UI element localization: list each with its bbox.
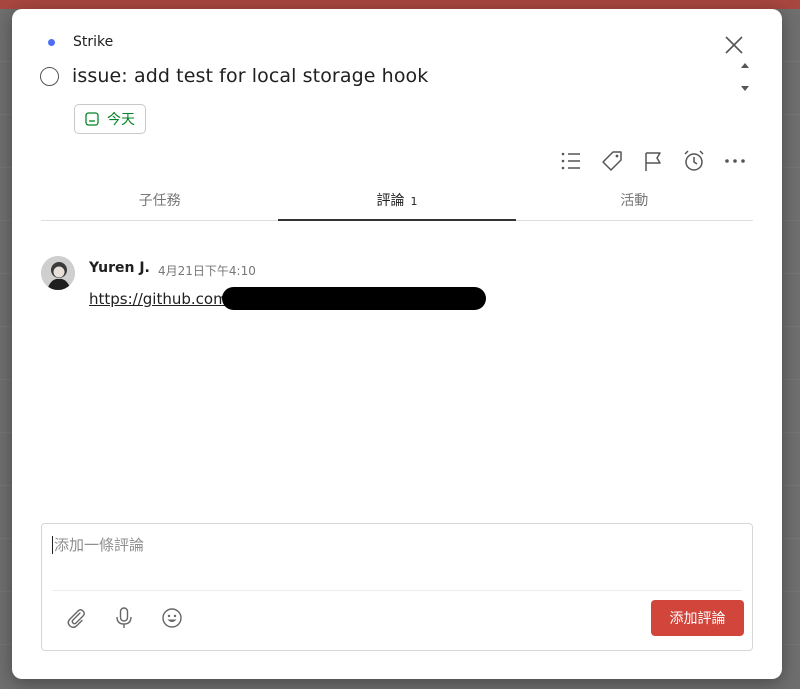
- subtasks-button[interactable]: [557, 149, 585, 173]
- title-scrollbar[interactable]: [736, 61, 754, 93]
- avatar[interactable]: [41, 256, 75, 290]
- voice-note-button[interactable]: [110, 604, 138, 632]
- smiley-icon: [162, 608, 182, 628]
- task-action-toolbar: [557, 149, 762, 173]
- composer-divider: [52, 590, 742, 591]
- comment-input[interactable]: 添加一條評論: [52, 536, 744, 554]
- reminder-alarm-icon: [684, 150, 704, 171]
- tab-comments[interactable]: 評論 1: [278, 187, 516, 221]
- priority-button[interactable]: [639, 149, 667, 173]
- tab-comments-count: 1: [410, 195, 418, 208]
- comment-composer: 添加一條評論 添加評論: [41, 523, 753, 651]
- scroll-up-icon[interactable]: [740, 61, 750, 69]
- tab-comments-label: 評論: [376, 193, 405, 209]
- due-date-chip[interactable]: 今天: [74, 104, 146, 134]
- project-color-dot: [48, 38, 55, 46]
- close-button[interactable]: [722, 33, 746, 57]
- task-detail-modal: Strike issue: add test for local storage…: [12, 9, 782, 679]
- label-tag-icon: [602, 151, 622, 171]
- app-topbar: [0, 0, 800, 9]
- detail-tabs: 子任務 評論 1 活動: [41, 187, 753, 221]
- comment-timestamp: 4月21日下午4:10: [158, 264, 256, 278]
- tab-subtasks[interactable]: 子任務: [41, 187, 278, 220]
- task-title[interactable]: issue: add test for local storage hook: [72, 65, 428, 87]
- more-actions-button[interactable]: [721, 149, 749, 173]
- project-name: Strike: [73, 34, 114, 50]
- priority-flag-icon: [645, 152, 661, 171]
- composer-tools: [62, 604, 206, 632]
- project-breadcrumb[interactable]: Strike: [48, 33, 113, 51]
- reminders-button[interactable]: [680, 149, 708, 173]
- tab-activity[interactable]: 活動: [516, 187, 753, 220]
- paperclip-icon: [67, 609, 85, 629]
- close-icon: [725, 36, 743, 54]
- labels-button[interactable]: [598, 149, 626, 173]
- task-title-row: issue: add test for local storage hook: [40, 65, 428, 87]
- user-avatar-image: [41, 256, 75, 290]
- add-comment-button[interactable]: 添加評論: [651, 600, 744, 636]
- tab-activity-label: 活動: [620, 193, 649, 209]
- due-date-label: 今天: [107, 112, 135, 128]
- more-icon: [725, 159, 745, 163]
- calendar-icon: [85, 112, 99, 126]
- subtasks-list-icon: [561, 152, 580, 170]
- attach-file-button[interactable]: [62, 604, 90, 632]
- microphone-icon: [116, 607, 132, 628]
- comment-author[interactable]: Yuren J.: [89, 260, 150, 276]
- redaction-mark: [222, 287, 486, 310]
- comment-link[interactable]: https://github.com/: [89, 290, 233, 308]
- emoji-button[interactable]: [158, 604, 186, 632]
- complete-task-checkbox[interactable]: [40, 66, 59, 86]
- scroll-down-icon[interactable]: [740, 85, 750, 93]
- tab-subtasks-label: 子任務: [138, 193, 181, 209]
